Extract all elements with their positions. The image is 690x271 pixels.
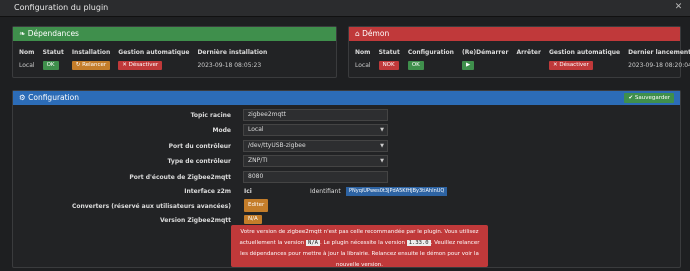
warning-text-2: . Le plugin nécessite la version bbox=[319, 240, 405, 246]
identifiant-value: PNyqiUPwes0t3JPdA5KfHJBy3tiAhInUQ bbox=[346, 187, 448, 196]
dep-desactiver-label: Désactiver bbox=[128, 62, 159, 68]
close-icon[interactable]: ✕ bbox=[673, 2, 684, 13]
arreter-cell bbox=[514, 59, 547, 72]
dependances-header: ❧ Dépendances bbox=[13, 27, 336, 41]
demon-title: Démon bbox=[362, 29, 390, 38]
mode-label: Mode bbox=[212, 127, 231, 134]
col-derniere: Dernière installation bbox=[197, 49, 268, 56]
col-redemarrer: (Re)Démarrer bbox=[461, 49, 509, 56]
demon-desactiver-button[interactable]: ✕ Désactiver bbox=[548, 61, 593, 70]
dep-nom: Local bbox=[19, 62, 35, 69]
gears-icon: ⚙ bbox=[19, 93, 26, 102]
chevron-down-icon: ▼ bbox=[380, 127, 384, 133]
ecoute-input[interactable]: 8080 bbox=[243, 171, 388, 183]
demon-dernier: 2023-09-18 08:20:04 bbox=[628, 62, 690, 69]
demon-panel: ⌂ Démon Nom Statut Configuration (Re)Dém… bbox=[348, 26, 690, 78]
col-statut: Statut bbox=[378, 49, 400, 56]
configuration-header: ⚙ Configuration ✔ Sauvegarder bbox=[13, 91, 680, 105]
port-select[interactable]: /dev/ttyUSB-zigbee ▼ bbox=[243, 140, 388, 152]
col-gestion: Gestion automatique bbox=[548, 49, 621, 56]
table-row: Local NOK OK ▶ ✕ Désactiver 2023-09-18 0… bbox=[353, 59, 690, 72]
chevron-down-icon: ▼ bbox=[380, 158, 384, 164]
port-label: Port du contrôleur bbox=[168, 143, 231, 150]
bank-icon: ⌂ bbox=[355, 29, 360, 38]
editer-button[interactable]: Editer bbox=[244, 199, 269, 212]
demon-config-badge: OK bbox=[407, 61, 424, 70]
interface-label: Interface z2m bbox=[184, 188, 231, 195]
save-label: Sauvegarder bbox=[634, 95, 670, 101]
dep-desactiver-button[interactable]: ✕ Désactiver bbox=[118, 61, 163, 70]
col-dernier: Dernier lancement bbox=[628, 49, 690, 56]
dependances-title: Dépendances bbox=[27, 29, 79, 38]
col-nom: Nom bbox=[355, 49, 371, 56]
type-value: ZNP/TI bbox=[248, 157, 268, 164]
dialog-title: Configuration du plugin bbox=[14, 3, 109, 12]
version-warning: Votre version de zigbee2mqtt n'est pas c… bbox=[231, 225, 488, 268]
mode-select[interactable]: Local ▼ bbox=[243, 124, 388, 136]
demon-table: Nom Statut Configuration (Re)Démarrer Ar… bbox=[353, 47, 690, 72]
relancer-label: Relancer bbox=[82, 62, 107, 68]
demon-desactiver-label: Désactiver bbox=[559, 62, 589, 68]
interface-value[interactable]: Ici bbox=[244, 188, 252, 195]
port-value: /dev/ttyUSB-zigbee bbox=[248, 142, 306, 149]
col-installation: Installation bbox=[71, 49, 111, 56]
configuration-panel: ⚙ Configuration ✔ Sauvegarder Topic raci… bbox=[12, 90, 681, 268]
col-nom: Nom bbox=[19, 49, 35, 56]
table-row: Local OK ↻ Relancer ✕ Désactiver 2023-09… bbox=[17, 59, 273, 72]
mode-value: Local bbox=[248, 126, 264, 133]
dependances-table: Nom Statut Installation Gestion automati… bbox=[17, 47, 273, 72]
converters-label: Converters (réservé aux utilisateurs ava… bbox=[71, 203, 231, 210]
dialog-titlebar: Configuration du plugin ✕ bbox=[0, 0, 690, 17]
relancer-button[interactable]: ↻ Relancer bbox=[71, 61, 111, 70]
play-icon[interactable]: ▶ bbox=[461, 61, 474, 70]
demon-status-badge: NOK bbox=[378, 61, 399, 70]
demon-header: ⌂ Démon bbox=[349, 27, 680, 41]
dep-derniere: 2023-09-18 08:05:23 bbox=[197, 62, 262, 69]
col-configuration: Configuration bbox=[407, 49, 454, 56]
topic-label: Topic racine bbox=[190, 112, 231, 119]
dependances-panel: ❧ Dépendances Nom Statut Installation Ge… bbox=[12, 26, 337, 78]
version-badge: N/A bbox=[244, 215, 262, 224]
identifiant-label: Identifiant bbox=[310, 188, 341, 195]
dep-status-badge: OK bbox=[42, 61, 59, 70]
leaf-icon: ❧ bbox=[19, 29, 26, 38]
current-version: N/A bbox=[306, 240, 320, 246]
col-statut: Statut bbox=[42, 49, 64, 56]
required-version: 1.33.0 bbox=[406, 240, 431, 246]
ecoute-label: Port d'écoute de Zigbee2mqtt bbox=[129, 174, 231, 181]
col-gestion: Gestion automatique bbox=[118, 49, 190, 56]
topic-input[interactable]: zigbee2mqtt bbox=[243, 109, 388, 121]
col-arreter: Arrêter bbox=[516, 49, 541, 56]
demon-nom: Local bbox=[355, 62, 371, 69]
configuration-title: Configuration bbox=[28, 93, 79, 102]
type-select[interactable]: ZNP/TI ▼ bbox=[243, 155, 388, 167]
type-label: Type de contrôleur bbox=[167, 158, 231, 165]
chevron-down-icon: ▼ bbox=[380, 143, 384, 149]
save-button[interactable]: ✔ Sauvegarder bbox=[624, 93, 674, 103]
version-label: Version Zigbee2mqtt bbox=[159, 217, 231, 224]
